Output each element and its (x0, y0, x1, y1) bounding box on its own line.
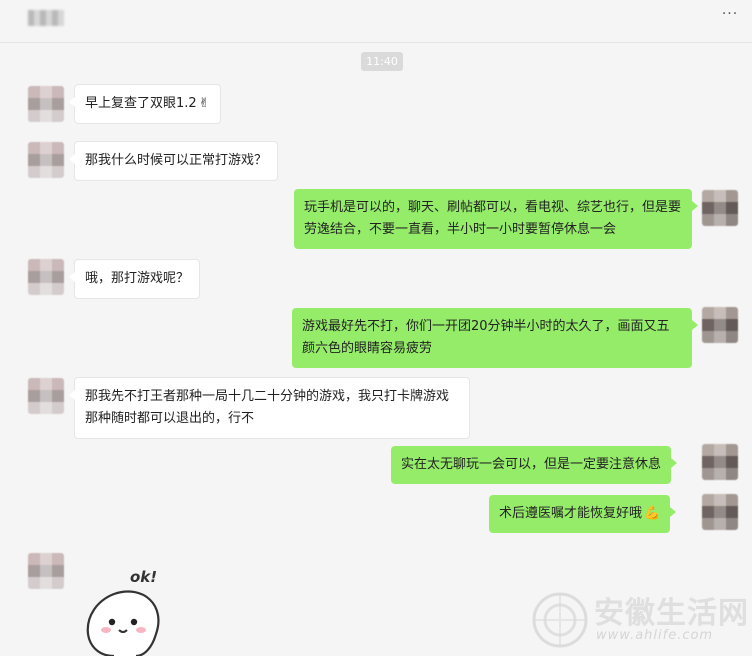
message-text: 早上复查了双眼1.2 (85, 96, 197, 111)
message-bubble-incoming[interactable]: 哦，那打游戏呢？ (68, 259, 201, 299)
message-bubble-outgoing[interactable]: 实在太无聊玩一会可以，但是一定要注意休息 (391, 446, 678, 484)
avatar[interactable] (702, 307, 738, 343)
message-bubble-outgoing[interactable]: 游戏最好先不打，你们一开团20分钟半小时的太久了，画面又五颜六色的眼睛容易疲劳 (292, 308, 698, 368)
timestamp: 11:40 (361, 52, 403, 71)
message-bubble-outgoing[interactable]: 玩手机是可以的，聊天、刷帖都可以，看电视、综艺也行，但是要劳逸结合，不要一直看，… (294, 189, 698, 249)
message-text: 游戏最好先不打，你们一开团20分钟半小时的太久了，画面又五颜六色的眼睛容易疲劳 (302, 319, 670, 356)
watermark-url: www.ahlife.com (596, 628, 714, 643)
avatar[interactable] (702, 494, 738, 530)
avatar[interactable] (28, 86, 64, 122)
avatar[interactable] (28, 553, 64, 589)
avatar[interactable] (702, 190, 738, 226)
site-watermark: 安徽生活网 www.ahlife.com (530, 588, 752, 656)
message-text: 术后遵医嘱才能恢复好哦 (499, 506, 643, 521)
avatar[interactable] (28, 259, 64, 295)
message-text: 玩手机是可以的，聊天、刷帖都可以，看电视、综艺也行，但是要劳逸结合，不要一直看，… (304, 200, 682, 237)
message-bubble-outgoing[interactable]: 术后遵医嘱才能恢复好哦 💪 (489, 495, 677, 533)
avatar[interactable] (702, 444, 738, 480)
more-options-icon[interactable]: ··· (718, 6, 742, 22)
chat-header: ··· (0, 0, 752, 43)
sticker-text: ok! (130, 568, 157, 586)
ok-sticker[interactable]: ok! (74, 560, 184, 656)
flexed-biceps-icon: 💪 (644, 506, 661, 521)
contact-name-blurred (28, 10, 64, 26)
message-bubble-incoming[interactable]: 那我先不打王者那种一局十几二十分钟的游戏，我只打卡牌游戏那种随时都可以退出的，行… (69, 377, 470, 439)
message-text: 那我先不打王者那种一局十几二十分钟的游戏，我只打卡牌游戏那种随时都可以退出的，行… (85, 389, 450, 426)
message-text: 那我什么时候可以正常打游戏？ (85, 153, 268, 168)
message-text: 实在太无聊玩一会可以，但是一定要注意休息 (401, 457, 662, 472)
watermark-logo-icon (532, 592, 588, 648)
watermark-text: 安徽生活网 (594, 596, 749, 631)
victory-hand-icon: ✌ (198, 96, 210, 111)
message-bubble-incoming[interactable]: 早上复查了双眼1.2 ✌ (69, 84, 221, 124)
message-bubble-incoming[interactable]: 那我什么时候可以正常打游戏？ (68, 141, 279, 181)
avatar[interactable] (28, 142, 64, 178)
avatar[interactable] (28, 378, 64, 414)
message-text: 哦，那打游戏呢？ (85, 271, 190, 286)
